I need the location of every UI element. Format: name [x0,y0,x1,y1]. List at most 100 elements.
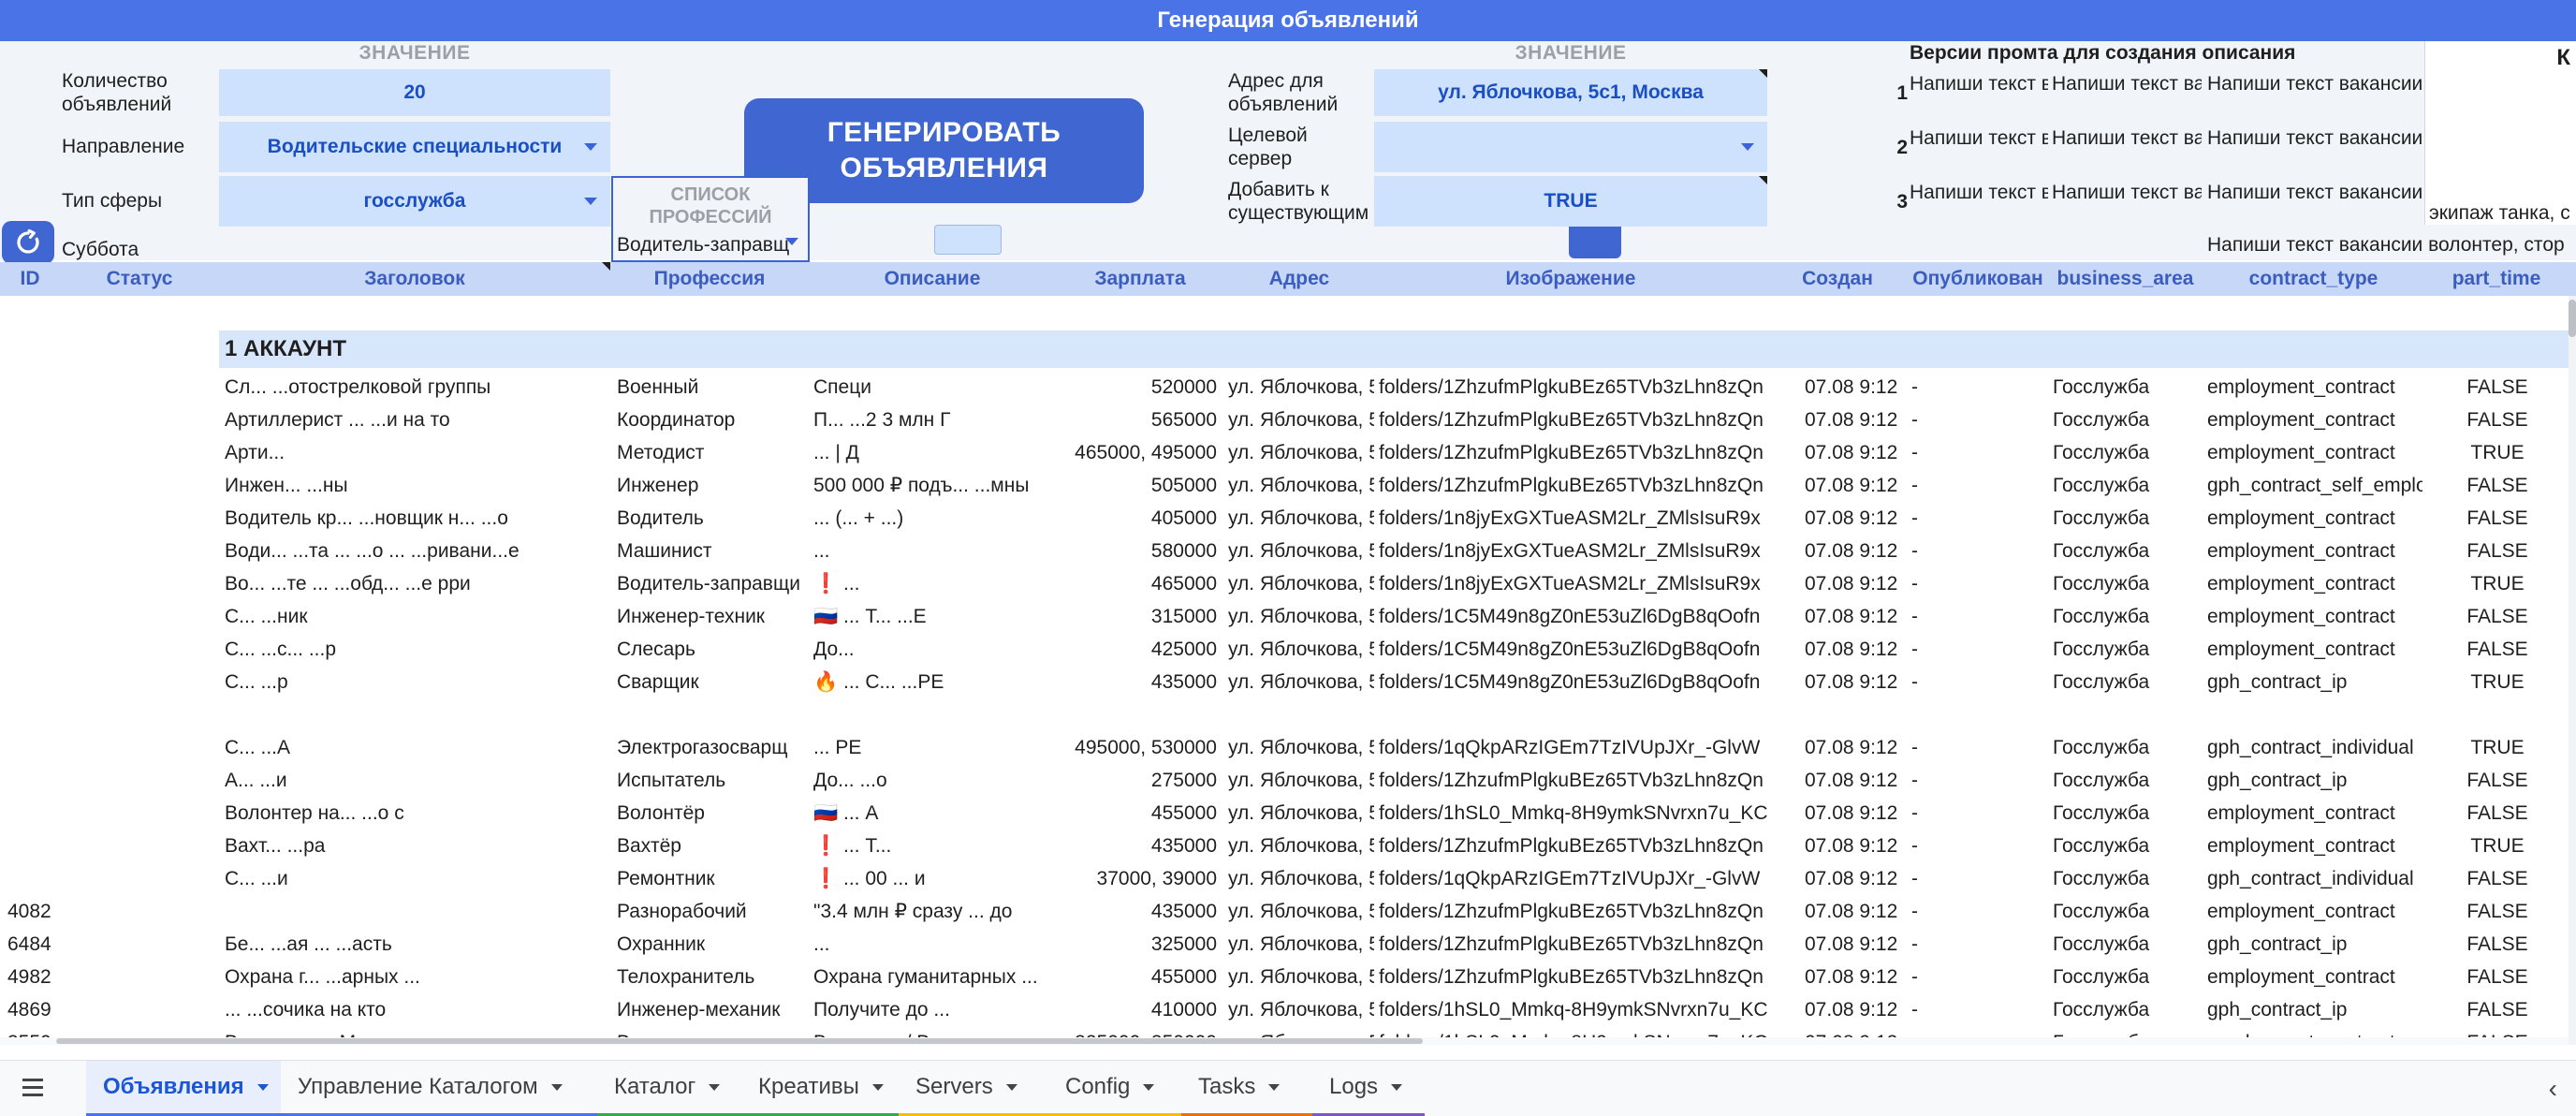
row-salary[interactable]: 465000 [1058,567,1217,600]
row-description[interactable]: ... [813,535,1057,567]
row-created[interactable]: 07.08 9:12 [1805,797,1908,830]
row-contract-type[interactable]: gph_contract_individual [2207,731,2422,764]
row-id[interactable] [7,862,120,895]
row-published[interactable]: - [1911,371,1968,404]
row-contract-type[interactable]: employment_contract [2207,797,2422,830]
row-created[interactable]: 07.08 9:12 [1805,600,1908,633]
row-part-time[interactable]: FALSE [2424,502,2569,535]
row-description[interactable]: ... (... + ...) [813,502,1057,535]
row-contract-type[interactable]: employment_contract [2207,535,2422,567]
row-created[interactable] [1805,698,1908,731]
row-title[interactable]: Инжен... ...ны [225,469,607,502]
row-address[interactable]: ул. Яблочкова, 5 [1228,928,1374,961]
row-salary[interactable]: 410000 [1058,993,1217,1026]
row-contract-type[interactable]: employment_contract [2207,371,2422,404]
row-part-time[interactable]: FALSE [2424,404,2569,436]
prompt-cell[interactable]: Напиши текст вакансии [2207,182,2424,204]
row-description[interactable]: 🇷🇺 ... Т... ...Е [813,600,1057,633]
row-image-path[interactable]: folders/1hSL0_Mmkq-8H9ymkSNvrxn7u_KC [1379,797,1772,830]
col-header-status[interactable]: Статус [60,262,219,296]
row-description[interactable]: До... [813,633,1057,666]
row-published[interactable]: - [1911,502,1968,535]
address-input[interactable]: ул. Яблочкова, 5с1, Москва [1374,69,1767,116]
row-profession[interactable]: Разнорабочий [617,895,804,928]
col-header-created[interactable]: Создан [1767,262,1908,296]
prompt-cell[interactable]: Напиши текст в [1910,127,2048,150]
row-created[interactable]: 07.08 9:12 [1805,436,1908,469]
row-image-path[interactable]: folders/1C5M49n8gZ0nE53uZl6DgB8qOofn [1379,633,1772,666]
row-image-path[interactable]: folders/1ZhzufmPlgkuBEz65TVb3zLhn8zQn [1379,764,1772,797]
row-description[interactable]: Охрана гуманитарных ... [813,961,1057,993]
row-title[interactable]: Охрана г... ...арных ... [225,961,607,993]
chevron-down-icon[interactable] [256,1083,269,1091]
row-published[interactable]: - [1911,600,1968,633]
row-id[interactable] [7,764,120,797]
row-created[interactable]: 07.08 9:12 [1805,371,1908,404]
row-business-area[interactable]: Госслужба [2053,633,2203,666]
sheet-tab[interactable]: Logs [1312,1061,1425,1116]
row-created[interactable]: 07.08 9:12 [1805,862,1908,895]
row-published[interactable]: - [1911,961,1968,993]
row-title[interactable]: Водитель кр... ...новщик н... ...о [225,502,607,535]
row-profession[interactable]: Водитель-заправщи [617,567,804,600]
row-created[interactable]: 07.08 9:12 [1805,993,1908,1026]
row-profession[interactable]: Сварщик [617,666,804,698]
row-profession[interactable]: Военный [617,371,804,404]
sheet-tab[interactable]: Управление Каталогом [281,1061,597,1116]
sheet-tab[interactable]: Объявления [86,1061,281,1116]
server-select[interactable] [1374,122,1767,172]
row-published[interactable]: - [1911,862,1968,895]
row-profession[interactable]: Инженер [617,469,804,502]
row-part-time[interactable]: FALSE [2424,535,2569,567]
row-business-area[interactable]: Госслужба [2053,567,2203,600]
row-description[interactable]: ❗ ... 00 ... и [813,862,1057,895]
col-header-id[interactable]: ID [0,262,60,296]
prompt-cell[interactable]: Напиши текст в [1910,182,2048,204]
prompt-cell[interactable]: Напиши текст в [1910,73,2048,95]
row-contract-type[interactable] [2207,698,2422,731]
row-published[interactable]: - [1911,797,1968,830]
row-id[interactable] [7,535,120,567]
row-profession[interactable] [617,698,804,731]
row-description[interactable]: ... | Д [813,436,1057,469]
row-address[interactable]: ул. Яблочкова, 5 [1228,567,1374,600]
row-address[interactable]: ул. Яблочкова, 5 [1228,764,1374,797]
table-row[interactable]: С... ...с... ...р Слесарь До... 425000 ул. Я… [0,633,2569,666]
table-row[interactable]: А... ...и Испытатель До... ...о 275000 ул. Я… [0,764,2569,797]
row-part-time[interactable]: FALSE [2424,469,2569,502]
row-description[interactable]: 🔥 ... С... ...РЕ [813,666,1057,698]
row-salary[interactable]: 435000 [1058,830,1217,862]
row-description[interactable]: Получите до ... [813,993,1057,1026]
table-row[interactable]: Арти... Методист ... | Д 465000, 495000 ул. … [0,436,2569,469]
row-description[interactable]: До... ...о [813,764,1057,797]
col-header-image[interactable]: Изображение [1374,262,1767,296]
prompt-cell[interactable]: Напиши текст вакансии [2207,73,2424,95]
row-image-path[interactable]: folders/1ZhzufmPlgkuBEz65TVb3zLhn8zQn [1379,436,1772,469]
row-created[interactable]: 07.08 9:12 [1805,633,1908,666]
row-image-path[interactable]: folders/1hSL0_Mmkq-8H9ymkSNvrxn7u_KC [1379,993,1772,1026]
row-id[interactable]: 4082 [7,895,120,928]
row-published[interactable]: - [1911,567,1968,600]
row-image-path[interactable]: folders/1ZhzufmPlgkuBEz65TVb3zLhn8zQn [1379,830,1772,862]
row-contract-type[interactable]: gph_contract_ip [2207,993,2422,1026]
row-salary[interactable] [1058,698,1217,731]
table-row[interactable]: Волонтер на... ...о с Волонтёр 🇷🇺 ... А 455… [0,797,2569,830]
row-id[interactable] [7,436,120,469]
row-profession[interactable]: Охранник [617,928,804,961]
row-part-time[interactable]: FALSE [2424,928,2569,961]
sheet-tab[interactable]: Креативы [741,1061,899,1116]
append-toggle[interactable] [1569,221,1621,258]
row-profession[interactable]: Методист [617,436,804,469]
refresh-button[interactable] [2,221,54,264]
row-title[interactable]: А... ...и [225,764,607,797]
row-salary[interactable]: 465000, 495000 [1058,436,1217,469]
table-row[interactable]: С... ...и Ремонтник ❗ ... 00 ... и 37000, 3… [0,862,2569,895]
profession-list-select[interactable]: СПИСОК ПРОФЕССИЙ Водитель-заправщ [611,176,810,262]
row-profession[interactable]: Инженер-механик [617,993,804,1026]
row-address[interactable]: ул. Яблочкова, 5 [1228,731,1374,764]
row-address[interactable]: ул. Яблочкова, 5 [1228,633,1374,666]
chevron-down-icon[interactable] [1005,1083,1017,1091]
row-created[interactable]: 07.08 9:12 [1805,731,1908,764]
row-image-path[interactable]: folders/1ZhzufmPlgkuBEz65TVb3zLhn8zQn [1379,928,1772,961]
vertical-scrollbar[interactable] [2569,296,2576,1045]
